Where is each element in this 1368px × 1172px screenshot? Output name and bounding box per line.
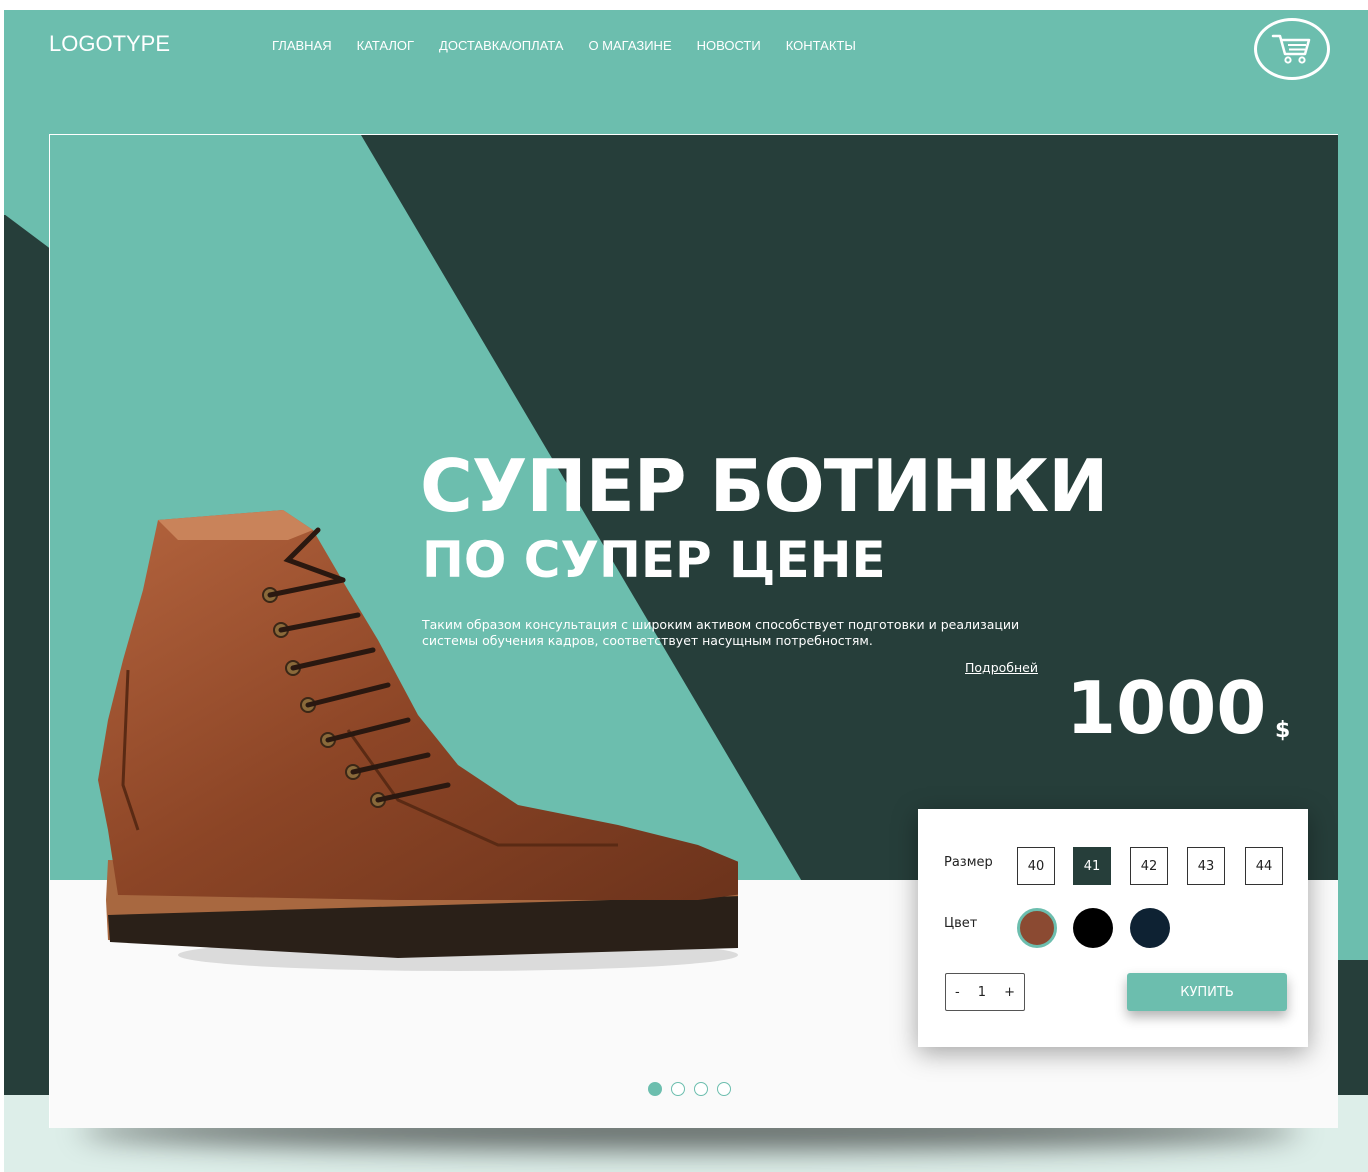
color-label: Цвет: [944, 916, 978, 931]
color-swatch-black[interactable]: [1073, 908, 1113, 948]
slider-dot-3[interactable]: [694, 1082, 708, 1096]
nav-item-about[interactable]: О МАГАЗИНЕ: [588, 38, 671, 53]
price-value: 1000: [1066, 666, 1267, 750]
logo[interactable]: LOGOTYPE: [49, 31, 170, 57]
hero-title: СУПЕР БОТИНКИ: [420, 444, 1108, 528]
quantity-minus-button[interactable]: -: [955, 985, 960, 1000]
quantity-plus-button[interactable]: +: [1004, 985, 1015, 1000]
quantity-stepper: - 1 +: [945, 973, 1025, 1011]
more-link[interactable]: Подробней: [965, 660, 1038, 675]
slider-dot-1[interactable]: [648, 1082, 662, 1096]
nav-item-home[interactable]: ГЛАВНАЯ: [272, 38, 332, 53]
slider-dots: [648, 1082, 731, 1096]
order-panel: Размер 40 41 42 43 44 Цвет - 1 + КУПИТЬ: [918, 809, 1308, 1047]
color-swatch-navy[interactable]: [1130, 908, 1170, 948]
buy-button[interactable]: КУПИТЬ: [1127, 973, 1287, 1011]
size-option-44[interactable]: 44: [1245, 847, 1283, 885]
hero-description: Таким образом консультация с широким акт…: [422, 617, 1020, 648]
size-option-43[interactable]: 43: [1187, 847, 1225, 885]
cart-button[interactable]: [1254, 18, 1330, 80]
background-right-strip: [1336, 130, 1368, 960]
cart-icon: [1271, 34, 1311, 64]
nav-item-news[interactable]: НОВОСТИ: [697, 38, 761, 53]
size-option-42[interactable]: 42: [1130, 847, 1168, 885]
size-option-40[interactable]: 40: [1017, 847, 1055, 885]
hero-subtitle: ПО СУПЕР ЦЕНЕ: [422, 531, 886, 589]
nav-item-contacts[interactable]: КОНТАКТЫ: [786, 38, 856, 53]
slider-dot-2[interactable]: [671, 1082, 685, 1096]
color-swatch-brown[interactable]: [1017, 908, 1057, 948]
size-label: Размер: [944, 855, 993, 870]
slider-dot-4[interactable]: [717, 1082, 731, 1096]
quantity-value[interactable]: 1: [978, 985, 986, 1000]
main-nav: ГЛАВНАЯ КАТАЛОГ ДОСТАВКА/ОПЛАТА О МАГАЗИ…: [272, 38, 881, 53]
price-currency: $: [1275, 718, 1291, 743]
nav-item-delivery[interactable]: ДОСТАВКА/ОПЛАТА: [439, 38, 563, 53]
nav-item-catalog[interactable]: КАТАЛОГ: [357, 38, 414, 53]
size-option-41[interactable]: 41: [1073, 847, 1111, 885]
